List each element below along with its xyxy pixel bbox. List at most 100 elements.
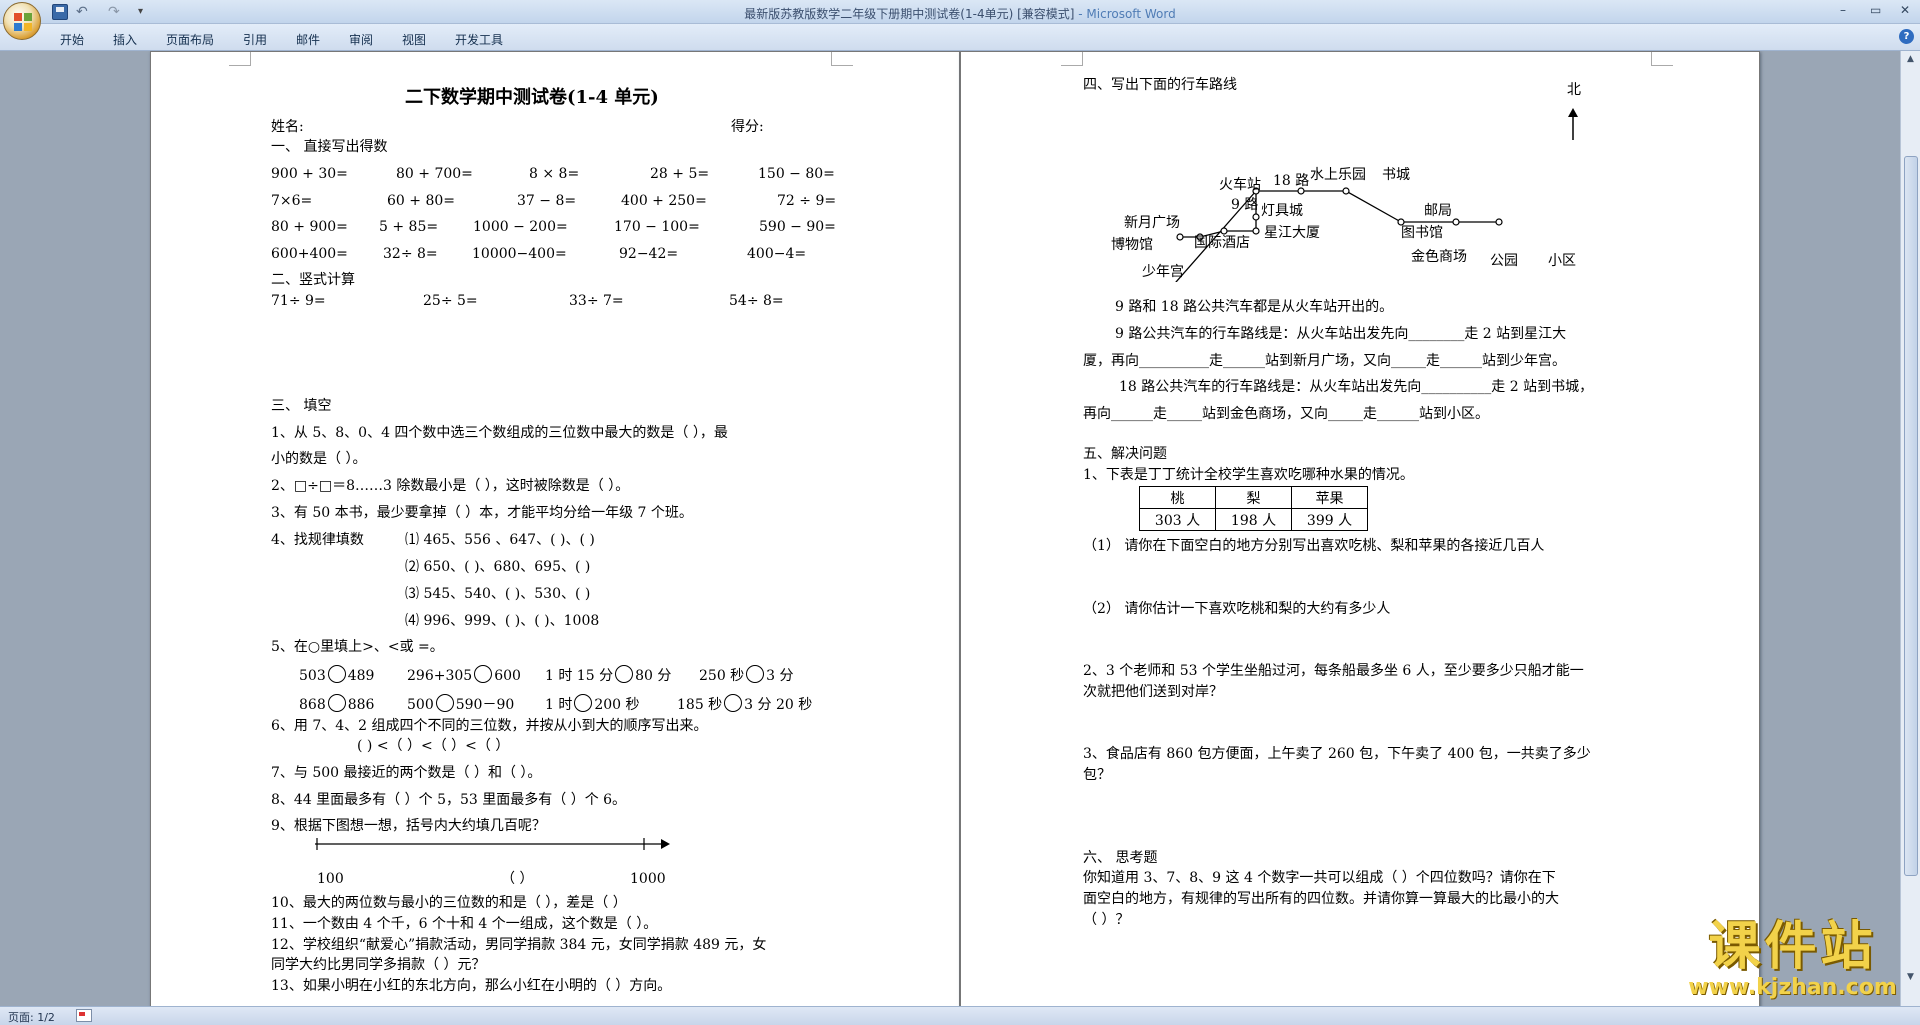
route-9-text: 9 路公共汽车的行车路线是：从火车站出发先向________走 2 站到星江大: [1115, 326, 1567, 342]
tab-view[interactable]: 视图: [402, 31, 426, 48]
question-12: 12、学校组织“献爱心”捐款活动，男同学捐款 384 元，女同学捐款 489 元…: [271, 937, 767, 953]
question-5: 5、在○里填上>、<或 =。: [271, 639, 444, 655]
compare-right: 489: [347, 668, 375, 684]
calc-item: 7×6=: [271, 193, 313, 209]
tab-page-layout[interactable]: 页面布局: [166, 31, 214, 48]
vertical-calc-item: 25÷ 5=: [423, 293, 478, 309]
map-label: 灯具城: [1261, 203, 1303, 219]
compare-circle[interactable]: [327, 694, 346, 712]
question-3: 3、有 50 本书，最少要拿掉（ ）本，才能平均分给一年级 7 个班。: [271, 505, 693, 521]
page-indicator[interactable]: 页面: 1/2: [8, 1009, 55, 1025]
tab-developer[interactable]: 开发工具: [455, 31, 503, 48]
compare-circle[interactable]: [435, 694, 454, 712]
compare-right: 200 秒: [594, 697, 640, 713]
question-12-cont: 同学大约比男同学多捐款（ ）元？: [271, 957, 486, 973]
watermark-url: www.kjzhan.com: [1688, 975, 1897, 1000]
tab-review[interactable]: 审阅: [349, 31, 373, 48]
think-question-cont: （ ）？: [1083, 912, 1130, 928]
compare-right: 590－90: [455, 697, 515, 713]
map-label: 18 路: [1273, 173, 1310, 189]
compare-circle[interactable]: [615, 665, 634, 683]
section-3-heading: 三、 填空: [271, 398, 332, 414]
pattern-item: ⑷ 996、999、( )、( )、1008: [405, 613, 600, 629]
compare-circle[interactable]: [327, 665, 346, 683]
score-label: 得分:: [731, 119, 764, 135]
calc-item: 600+400=: [271, 246, 348, 262]
calc-item: 37 − 8=: [517, 193, 577, 209]
office-logo-icon: [14, 13, 32, 31]
map-label: 邮局: [1424, 203, 1452, 219]
page-1[interactable]: 二下数学期中测试卷(1-4 单元) 姓名: 得分: 一、 直接写出得数 900 …: [150, 51, 960, 1006]
window-title: 最新版苏教版数学二年级下册期中测试卷(1-4单元) [兼容模式] - Micro…: [0, 5, 1920, 22]
problem-1: 1、下表是丁丁统计全校学生喜欢吃哪种水果的情况。: [1083, 467, 1414, 483]
pattern-item: ⑵ 650、( )、680、695、( ): [405, 559, 591, 575]
section-1-heading: 一、 直接写出得数: [271, 139, 388, 155]
calc-item: 590 − 90=: [759, 219, 836, 235]
page-title: 二下数学期中测试卷(1-4 单元): [405, 87, 659, 108]
map-label: 新月广场: [1124, 215, 1180, 231]
scroll-up-icon[interactable]: ▲: [1904, 53, 1917, 66]
tab-insert[interactable]: 插入: [113, 31, 137, 48]
map-label: 星江大厦: [1264, 225, 1320, 241]
problem-3-cont: 包？: [1083, 767, 1111, 783]
minimize-button[interactable]: –: [1840, 3, 1846, 17]
section-5-heading: 五、解决问题: [1083, 446, 1167, 462]
compare-left: 1 时 15 分: [545, 668, 614, 684]
document-area[interactable]: 二下数学期中测试卷(1-4 单元) 姓名: 得分: 一、 直接写出得数 900 …: [0, 51, 1900, 1006]
compare-circle[interactable]: [474, 665, 493, 683]
compare-left: 503: [299, 668, 326, 684]
vertical-scrollbar[interactable]: ▲ ▼: [1900, 51, 1920, 1006]
compare-right: 80 分: [635, 668, 672, 684]
compare-circle[interactable]: [746, 665, 765, 683]
table-header-cell: 苹果: [1291, 486, 1368, 509]
map-label: 公园: [1490, 253, 1518, 269]
question-2: 2、□÷□＝8……3 除数最小是（ ），这时被除数是（ ）。: [271, 478, 630, 494]
calc-item: 400−4=: [747, 246, 807, 262]
compare-right: 3 分: [766, 668, 794, 684]
calc-item: 28 + 5=: [650, 166, 710, 182]
compare-item: 185 秒 3 分 20 秒: [677, 694, 812, 714]
compare-item: 1 时 15 分 80 分: [545, 665, 671, 685]
route-text: 9 路和 18 路公共汽车都是从火车站开出的。: [1115, 299, 1394, 315]
compare-circle[interactable]: [724, 694, 743, 712]
pattern-item: ⑶ 545、540、( )、530、( ): [405, 586, 591, 602]
compare-right: 3 分 20 秒: [744, 697, 813, 713]
compare-item: 250 秒 3 分: [699, 665, 794, 685]
compare-circle[interactable]: [574, 694, 593, 712]
table-header-cell: 梨: [1215, 486, 1292, 509]
tab-home[interactable]: 开始: [60, 31, 84, 48]
table-cell: 198 人: [1215, 508, 1292, 531]
question-1: 1、从 5、8、0、4 四个数中选三个数组成的三位数中最大的数是（ ），最: [271, 425, 728, 441]
number-line-start: 100: [317, 871, 344, 887]
title-bar: ↶ ↷ ▾ 最新版苏教版数学二年级下册期中测试卷(1-4单元) [兼容模式] -…: [0, 0, 1920, 24]
office-button[interactable]: [3, 2, 41, 40]
watermark-text: 课件站: [1708, 917, 1877, 977]
calc-item: 1000 − 200=: [473, 219, 568, 235]
calc-item: 170 − 100=: [614, 219, 700, 235]
compare-left: 500: [407, 697, 434, 713]
page-2[interactable]: 四、写出下面的行车路线 北 火车站 18 路 水上乐园 书城 9 路 灯具城 邮…: [960, 51, 1760, 1006]
route-9-text-cont: 厦，再向__________走______站到新月广场，又向_____走____…: [1083, 353, 1566, 369]
close-button[interactable]: ✕: [1900, 3, 1910, 17]
map-label: 9 路: [1231, 197, 1259, 213]
help-icon[interactable]: ?: [1899, 29, 1914, 44]
route-18-text: 18 路公共汽车的行车路线是：从火车站出发先向__________走 2 站到书…: [1119, 379, 1594, 395]
map-label: 水上乐园: [1310, 167, 1366, 183]
route-18-text-cont: 再向______走_____站到金色商场，又向_____走______站到小区。: [1083, 406, 1489, 422]
calc-item: 10000−400=: [472, 246, 567, 262]
problem-1-part-1: （1） 请你在下面空白的地方分别写出喜欢吃桃、梨和苹果的各接近几百人: [1083, 538, 1545, 554]
map-label: 书城: [1382, 167, 1410, 183]
scroll-thumb[interactable]: [1904, 156, 1918, 876]
tab-references[interactable]: 引用: [243, 31, 267, 48]
compare-left: 250 秒: [699, 668, 745, 684]
table-row: 303 人 198 人 399 人: [1139, 508, 1368, 531]
proofing-icon[interactable]: [76, 1009, 92, 1022]
compare-item: 1 时 200 秒: [545, 694, 640, 714]
crop-mark: [1651, 52, 1673, 66]
problem-2-cont: 次就把他们送到对岸？: [1083, 684, 1223, 700]
maximize-button[interactable]: ▭: [1870, 3, 1881, 17]
tab-mailings[interactable]: 邮件: [296, 31, 320, 48]
question-6: 6、用 7、4、2 组成四个不同的三位数，并按从小到大的顺序写出来。: [271, 718, 708, 734]
think-question: 你知道用 3、7、8、9 这 4 个数字一共可以组成（ ）个四位数吗？请你在下: [1083, 870, 1556, 886]
question-11: 11、一个数由 4 个千，6 个十和 4 个一组成，这个数是（ ）。: [271, 916, 658, 932]
